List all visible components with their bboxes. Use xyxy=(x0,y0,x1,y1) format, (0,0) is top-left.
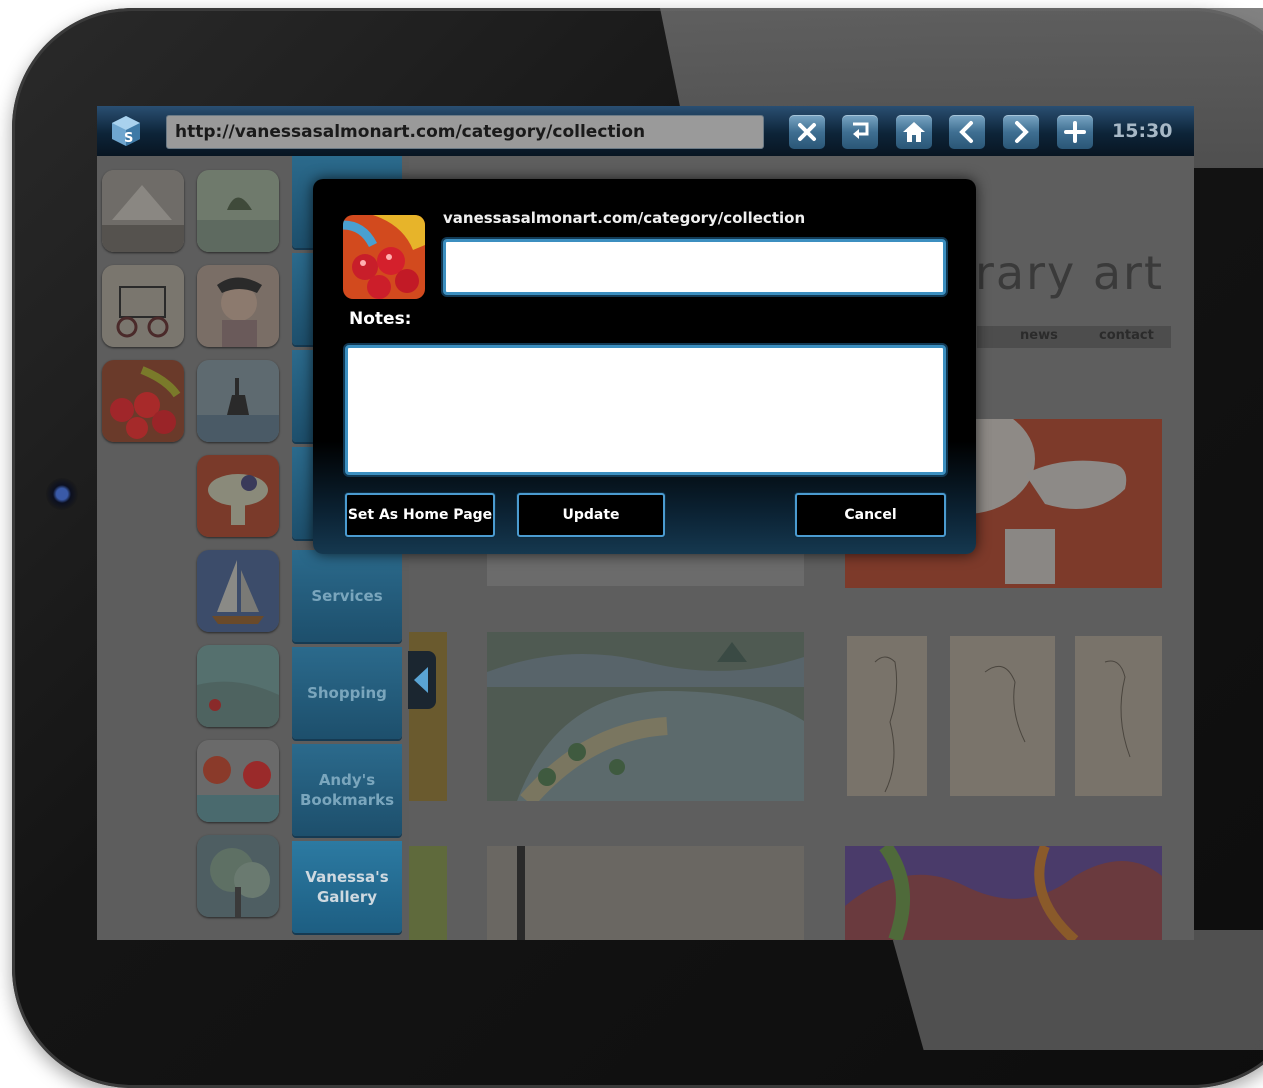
dialog-url-label: vanessasalmonart.com/category/collection xyxy=(443,209,806,227)
forward-icon xyxy=(1015,121,1029,143)
svg-text:S: S xyxy=(124,131,133,146)
chevron-left-icon xyxy=(414,667,428,693)
artwork-tile[interactable] xyxy=(845,846,1162,940)
browser-screen: rary art news contact S http://vanessasa… xyxy=(97,106,1194,940)
return-button[interactable] xyxy=(842,115,878,149)
clock: 15:30 xyxy=(1112,120,1173,142)
notes-label: Notes: xyxy=(349,309,412,329)
bookmark-thumbnail[interactable] xyxy=(102,265,184,347)
sidebar-item-services[interactable]: Services xyxy=(292,550,402,642)
menu-link-news[interactable]: news xyxy=(1020,328,1058,343)
update-button[interactable]: Update xyxy=(517,493,665,537)
bookmark-thumbnail[interactable] xyxy=(197,170,279,252)
close-tab-button[interactable] xyxy=(789,115,825,149)
home-icon xyxy=(903,122,925,142)
artwork-tile[interactable] xyxy=(845,632,1162,801)
bookmark-thumbnail[interactable] xyxy=(102,170,184,252)
web-page-title: rary art xyxy=(975,246,1164,300)
sidebar-item-vanessas-gallery[interactable]: Vanessa's Gallery xyxy=(292,841,402,933)
sidebar-item-andys-bookmarks[interactable]: Andy's Bookmarks xyxy=(292,744,402,836)
bookmark-thumbnail[interactable] xyxy=(197,265,279,347)
back-icon xyxy=(959,121,973,143)
artwork-tile[interactable] xyxy=(487,846,804,940)
return-icon xyxy=(853,122,869,139)
artwork-tile[interactable] xyxy=(409,846,447,940)
site-thumbnail-icon xyxy=(343,215,425,299)
app-logo-icon[interactable]: S xyxy=(109,114,143,148)
sidebar-collapse-button[interactable] xyxy=(408,651,436,709)
bookmark-title-input[interactable] xyxy=(443,239,946,295)
bookmark-thumbnail[interactable] xyxy=(102,360,184,442)
bookmark-dialog: vanessasalmonart.com/category/collection… xyxy=(313,179,976,554)
camera-icon xyxy=(46,478,78,510)
artwork-tile[interactable] xyxy=(487,632,804,801)
menu-link-contact[interactable]: contact xyxy=(1099,328,1154,343)
notes-textarea[interactable] xyxy=(345,345,946,475)
add-bookmark-button[interactable] xyxy=(1057,115,1093,149)
bookmark-thumbnail[interactable] xyxy=(197,360,279,442)
bookmark-thumbnail[interactable] xyxy=(197,835,279,917)
bookmark-thumbnail[interactable] xyxy=(197,645,279,727)
url-input[interactable]: http://vanessasalmonart.com/category/col… xyxy=(166,115,764,149)
close-icon xyxy=(798,123,816,141)
add-icon xyxy=(1064,121,1086,143)
browser-toolbar: S http://vanessasalmonart.com/category/c… xyxy=(97,106,1194,156)
cancel-button[interactable]: Cancel xyxy=(795,493,946,537)
bookmark-thumbnail[interactable] xyxy=(197,455,279,537)
frame-glare-bottom xyxy=(890,930,1263,1050)
bookmark-thumbnail[interactable] xyxy=(197,740,279,822)
sidebar-item-shopping[interactable]: Shopping xyxy=(292,647,402,739)
home-button[interactable] xyxy=(896,115,932,149)
back-button[interactable] xyxy=(949,115,985,149)
forward-button[interactable] xyxy=(1003,115,1039,149)
set-home-page-button[interactable]: Set As Home Page xyxy=(345,493,495,537)
bookmark-thumbnail[interactable] xyxy=(197,550,279,632)
